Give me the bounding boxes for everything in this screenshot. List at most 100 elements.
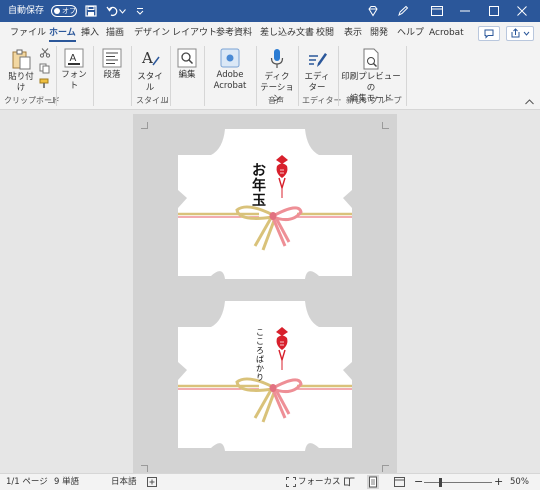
editor-pen-icon — [309, 53, 327, 67]
tab-layout[interactable]: レイアウト — [172, 26, 217, 42]
tab-mailings[interactable]: 差し込み文書 — [260, 26, 314, 42]
editor-label-1: エディ — [304, 72, 330, 82]
adobe-label-2: Acrobat — [213, 81, 247, 91]
zoom-in-icon[interactable]: + — [494, 474, 503, 490]
close-icon[interactable] — [512, 0, 532, 22]
tab-references[interactable]: 参考資料 — [216, 26, 252, 42]
margin-mark — [141, 465, 148, 472]
zoom-level[interactable]: 50% — [510, 474, 529, 490]
web-layout-icon[interactable] — [394, 477, 405, 487]
separator — [204, 46, 205, 106]
copy-button[interactable] — [38, 63, 52, 78]
focus-icon[interactable] — [286, 477, 296, 487]
tab-help[interactable]: ヘルプ — [397, 26, 424, 42]
scissors-icon — [39, 48, 51, 58]
styles-launcher[interactable] — [162, 97, 168, 103]
ribbon-display-icon[interactable] — [427, 0, 447, 22]
focus-label[interactable]: フォーカス — [298, 474, 341, 490]
word-count[interactable]: 9 単語 — [54, 474, 79, 490]
separator — [56, 46, 57, 106]
read-mode-icon[interactable] — [344, 477, 355, 487]
document-page[interactable]: お年玉 こころばかり — [133, 114, 397, 474]
language-indicator[interactable]: 日本語 — [111, 474, 137, 490]
microphone-icon — [270, 49, 284, 68]
zoom-slider-thumb[interactable] — [439, 478, 442, 487]
envelope-top-text: お年玉 — [252, 163, 266, 209]
editing-button[interactable]: 編集 — [174, 48, 200, 81]
copy-icon — [39, 63, 50, 74]
print-layout-icon[interactable] — [367, 475, 379, 489]
autosave-toggle[interactable]: オフ — [51, 5, 77, 17]
print-preview-icon — [363, 48, 379, 70]
adobe-acrobat-button[interactable]: Adobe Acrobat — [208, 48, 252, 92]
tab-home[interactable]: ホーム — [49, 26, 76, 42]
undo-dropdown-icon[interactable] — [116, 0, 128, 22]
zoom-out-icon[interactable]: − — [414, 474, 423, 490]
separator — [170, 46, 171, 106]
styles-button[interactable]: A スタイル — [135, 48, 165, 94]
customize-toolbar-icon[interactable] — [134, 0, 146, 22]
format-painter-button[interactable] — [38, 78, 52, 93]
tab-file[interactable]: ファイル — [10, 26, 46, 42]
font-label: フォント — [61, 70, 87, 91]
editing-label: 編集 — [178, 70, 196, 80]
accessibility-icon[interactable] — [147, 477, 157, 487]
separator — [93, 46, 94, 106]
acrobat-icon — [220, 48, 240, 68]
tab-insert[interactable]: 挿入 — [81, 26, 99, 42]
clipboard-launcher[interactable] — [48, 97, 54, 103]
brush-icon — [39, 78, 49, 88]
group-newgroup-label: 新しいグループ — [346, 96, 402, 105]
separator — [298, 46, 299, 106]
dictate-label-1: ディク — [264, 72, 290, 82]
group-editor-label: エディター — [302, 96, 342, 105]
autosave-label: 自動保存 — [8, 6, 45, 16]
paragraph-button[interactable]: 段落 — [97, 48, 127, 81]
autosave-state: オフ — [62, 7, 76, 15]
comments-button[interactable] — [478, 26, 500, 41]
pen-icon[interactable] — [393, 0, 413, 22]
styles-label: スタイル — [137, 72, 163, 93]
diamond-icon[interactable] — [363, 0, 383, 22]
tab-draw[interactable]: 描画 — [106, 26, 124, 42]
margin-mark — [382, 465, 389, 472]
tab-acrobat[interactable]: Acrobat — [429, 26, 464, 42]
minimize-icon[interactable] — [455, 0, 475, 22]
adobe-label-1: Adobe — [216, 70, 244, 80]
paragraph-icon — [102, 48, 122, 68]
styles-icon: A — [141, 49, 160, 67]
font-button[interactable]: A フォント — [59, 48, 89, 92]
editor-button[interactable]: エディ ター — [302, 48, 332, 94]
paste-label: 貼り付け — [8, 72, 34, 93]
status-bar: 1/1 ページ 9 単語 日本語 フォーカス − + 50% — [0, 473, 540, 490]
clipboard-icon — [12, 49, 31, 70]
ribbon: 貼り付け クリップボード A フォント 段落 A スタイル スタイル 編集 Ad… — [0, 44, 540, 110]
paragraph-label: 段落 — [103, 70, 121, 80]
title-bar: 自動保存 オフ — [0, 0, 540, 22]
tab-developer[interactable]: 開発 — [370, 26, 388, 42]
svg-text:A: A — [141, 49, 153, 67]
group-voice-label: 音声 — [268, 96, 284, 105]
tab-review[interactable]: 校閲 — [316, 26, 334, 42]
page-count[interactable]: 1/1 ページ — [6, 474, 48, 490]
margin-mark — [141, 122, 148, 129]
tab-view[interactable]: 表示 — [344, 26, 362, 42]
separator — [406, 46, 407, 106]
document-area: お年玉 こころばかり — [0, 110, 540, 474]
ribbon-tabs: ファイル ホーム 挿入 描画 デザイン レイアウト 参考資料 差し込み文書 校閲… — [0, 22, 540, 44]
font-icon: A — [64, 48, 84, 68]
envelope-bottom-text: こころばかり — [256, 328, 264, 382]
tab-design[interactable]: デザイン — [134, 26, 170, 42]
collapse-ribbon-icon[interactable] — [525, 98, 534, 108]
toggle-knob — [54, 8, 60, 14]
envelope-bottom — [178, 301, 352, 451]
paste-button[interactable]: 貼り付け — [5, 48, 37, 94]
maximize-icon[interactable] — [484, 0, 504, 22]
zoom-slider-track[interactable] — [424, 482, 492, 483]
cut-button[interactable] — [38, 48, 52, 62]
editor-label-2: ター — [308, 83, 326, 93]
save-icon[interactable] — [81, 0, 101, 22]
separator — [338, 46, 339, 106]
svg-text:A: A — [70, 53, 77, 64]
share-button[interactable] — [506, 26, 534, 41]
